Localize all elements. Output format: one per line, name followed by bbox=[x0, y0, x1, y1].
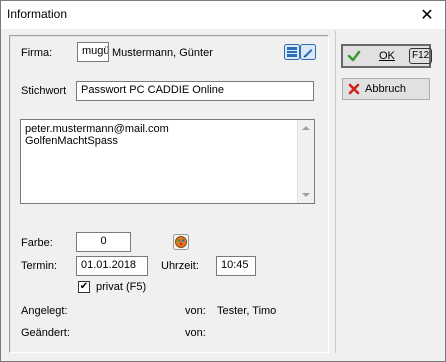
database-button[interactable] bbox=[284, 44, 300, 60]
scroll-up-icon bbox=[302, 126, 310, 130]
ok-label: OK bbox=[379, 50, 395, 62]
angelegt-von-value: Tester, Timo bbox=[217, 305, 277, 317]
checkmark-icon bbox=[347, 49, 361, 66]
edit-button[interactable] bbox=[300, 44, 316, 60]
geaendert-label: Geändert: bbox=[21, 327, 70, 339]
privat-label: privat (F5) bbox=[96, 281, 147, 293]
ok-button[interactable]: OK F12 bbox=[341, 44, 433, 68]
color-palette-icon bbox=[173, 234, 189, 250]
firma-label: Firma: bbox=[21, 47, 53, 59]
farbe-field[interactable]: 0 bbox=[76, 232, 131, 252]
angelegt-label: Angelegt: bbox=[21, 305, 68, 317]
close-icon: ✕ bbox=[420, 7, 434, 24]
window-title: Information bbox=[7, 7, 68, 21]
angelegt-von-label: von: bbox=[185, 305, 206, 317]
notes-scrollbar[interactable] bbox=[297, 120, 314, 203]
termin-label: Termin: bbox=[21, 260, 58, 272]
notes-line-1: peter.mustermann@mail.com bbox=[25, 123, 169, 135]
close-button[interactable]: ✕ bbox=[409, 1, 445, 29]
x-icon bbox=[347, 82, 361, 99]
edit-icon bbox=[300, 44, 316, 60]
farbe-label: Farbe: bbox=[21, 237, 53, 249]
color-picker-button[interactable] bbox=[173, 234, 189, 250]
geaendert-von-label: von: bbox=[185, 327, 206, 339]
title-bar: Information ✕ bbox=[1, 1, 445, 29]
uhrzeit-field[interactable]: 10:45 bbox=[216, 256, 256, 276]
scroll-down-icon bbox=[302, 193, 310, 197]
information-dialog: Information ✕ Firma: mugü Mustermann, Gü… bbox=[0, 0, 446, 362]
firma-code-field[interactable]: mugü bbox=[77, 42, 109, 62]
ok-shortcut: F12 bbox=[409, 48, 433, 64]
cancel-button[interactable]: Abbruch bbox=[342, 78, 430, 100]
cancel-label: Abbruch bbox=[365, 83, 406, 95]
divider bbox=[335, 31, 336, 353]
stichwort-field[interactable]: Passwort PC CADDIE Online bbox=[76, 81, 314, 101]
notes-textarea[interactable]: peter.mustermann@mail.com GolfenMachtSpa… bbox=[20, 119, 315, 204]
uhrzeit-label: Uhrzeit: bbox=[161, 260, 199, 272]
firma-name: Mustermann, Günter bbox=[112, 47, 213, 59]
database-icon bbox=[284, 44, 300, 60]
privat-checkbox[interactable]: ✔ bbox=[78, 281, 90, 293]
stichwort-label: Stichwort bbox=[21, 85, 67, 97]
notes-line-2: GolfenMachtSpass bbox=[25, 135, 118, 147]
termin-field[interactable]: 01.01.2018 bbox=[76, 256, 148, 276]
